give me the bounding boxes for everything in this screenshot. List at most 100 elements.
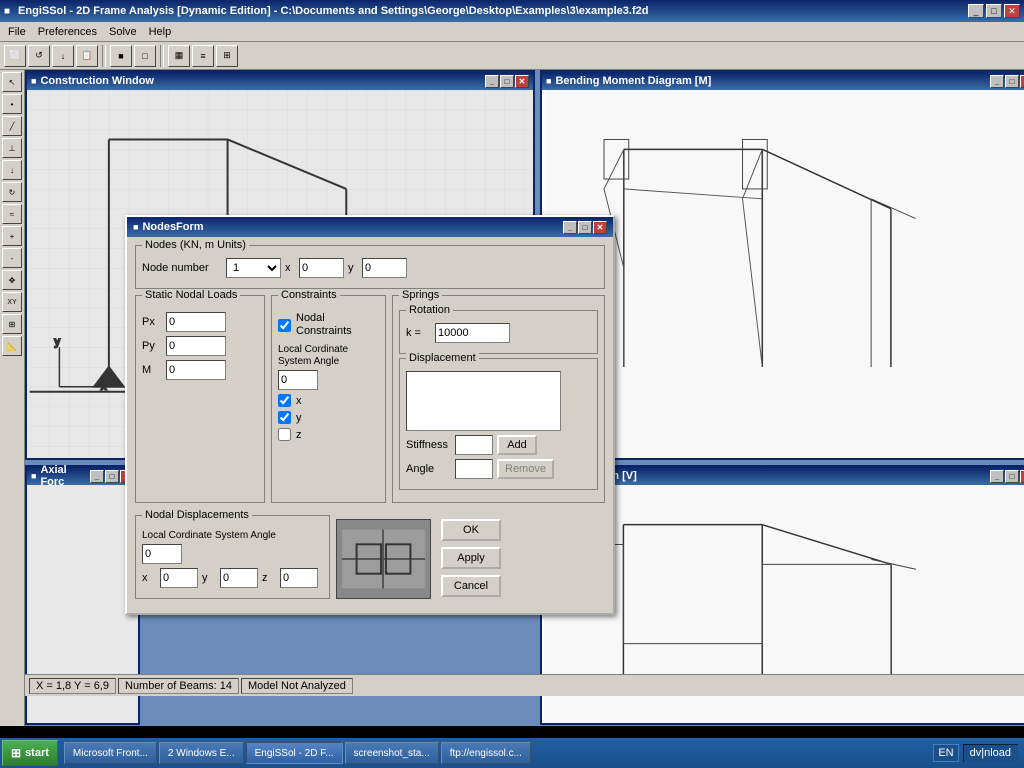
nodes-group-label: Nodes (KN, m Units)	[142, 239, 249, 251]
taskbar-item-3[interactable]: EngiSSol - 2D F...	[246, 742, 343, 764]
shear-window-minimize[interactable]: _	[990, 470, 1004, 483]
stiffness-input[interactable]	[455, 435, 493, 455]
apply-button[interactable]: Apply	[441, 547, 501, 569]
language-indicator: EN	[933, 744, 958, 762]
minimize-btn[interactable]: _	[968, 4, 984, 18]
left-tool-measure[interactable]: 📐	[2, 336, 22, 356]
bending-window-maximize[interactable]: □	[1005, 75, 1019, 88]
node-image	[336, 519, 431, 599]
taskbar-right-area: EN dv|nload	[927, 744, 1024, 762]
menu-bar: File Preferences Solve Help	[0, 22, 1024, 42]
shear-window-close[interactable]: ✕	[1020, 470, 1024, 483]
nodal-angle-input[interactable]	[142, 544, 182, 564]
tool-btn-9[interactable]: ⊞	[216, 45, 238, 67]
construction-window-label: Construction Window	[40, 75, 154, 87]
tool-btn-2[interactable]: ↺	[28, 45, 50, 67]
left-tool-zoom-in[interactable]: +	[2, 226, 22, 246]
k-input[interactable]	[435, 323, 510, 343]
analysis-panel: Model Not Analyzed	[241, 678, 353, 694]
tool-btn-4[interactable]: 📋	[76, 45, 98, 67]
axial-window-minimize[interactable]: _	[90, 470, 104, 483]
nd-y-input[interactable]	[220, 568, 258, 588]
ok-button[interactable]: OK	[441, 519, 501, 541]
remove-button[interactable]: Remove	[497, 459, 554, 479]
maximize-btn[interactable]: □	[986, 4, 1002, 18]
static-loads-label: Static Nodal Loads	[142, 289, 240, 301]
app-icon: ■	[4, 6, 10, 17]
nodes-form-close-btn[interactable]: ✕	[593, 221, 607, 234]
left-tool-zoom-out[interactable]: -	[2, 248, 22, 268]
taskbar-item-4[interactable]: screenshot_sta...	[345, 742, 439, 764]
left-tool-support[interactable]: ⊥	[2, 138, 22, 158]
menu-solve[interactable]: Solve	[103, 24, 143, 40]
bending-window-minimize[interactable]: _	[990, 75, 1004, 88]
z-constraint-checkbox[interactable]	[278, 428, 291, 441]
status-bar: X = 1,8 Y = 6,9 Number of Beams: 14 Mode…	[25, 674, 1024, 696]
nodes-form-minimize-btn[interactable]: _	[563, 221, 577, 234]
m-input[interactable]	[166, 360, 226, 380]
tool-btn-5[interactable]: ■	[110, 45, 132, 67]
nodes-form-maximize-btn[interactable]: □	[578, 221, 592, 234]
nd-x-input[interactable]	[160, 568, 198, 588]
tool-btn-7[interactable]: ▦	[168, 45, 190, 67]
tool-btn-8[interactable]: ≡	[192, 45, 214, 67]
nodal-constraints-label: Nodal Constraints	[296, 312, 379, 338]
angle-input[interactable]	[455, 459, 493, 479]
nd-z-input[interactable]	[280, 568, 318, 588]
left-tool-load[interactable]: ↓	[2, 160, 22, 180]
windows-area: ■ Construction Window _ □ ✕	[25, 70, 1024, 726]
toolbar: ⬜ ↺ ↓ 📋 ■ □ ▦ ≡ ⊞	[0, 42, 1024, 70]
taskbar-item-5[interactable]: ftp://engissol.c...	[441, 742, 531, 764]
add-button[interactable]: Add	[497, 435, 537, 455]
start-button[interactable]: ⊞ start	[2, 740, 58, 766]
constraints-group: Constraints Nodal Constraints Local Cord…	[271, 295, 386, 503]
left-tool-beam[interactable]: ╱	[2, 116, 22, 136]
left-tool-panel: ↖ • ╱ ⊥ ↓ ↻ ≈ + - ✥ XY ⊞ 📐	[0, 70, 25, 726]
y-input[interactable]	[362, 258, 407, 278]
node-number-select[interactable]: 1	[226, 258, 281, 278]
tool-separator-1	[102, 45, 106, 67]
nodes-form-dialog: ■ NodesForm _ □ ✕ Nodes (KN, m Units) No…	[125, 215, 615, 615]
axial-window-maximize[interactable]: □	[105, 470, 119, 483]
menu-preferences[interactable]: Preferences	[32, 24, 103, 40]
displacement-label: Displacement	[406, 352, 479, 364]
nodal-displacements-group: Nodal Displacements Local Cordinate Syst…	[135, 515, 330, 599]
left-tool-grid[interactable]: ⊞	[2, 314, 22, 334]
left-tool-select[interactable]: ↖	[2, 72, 22, 92]
k-label: k =	[406, 327, 431, 339]
taskbar-item-2[interactable]: 2 Windows E...	[159, 742, 244, 764]
close-btn[interactable]: ✕	[1004, 4, 1020, 18]
x-label: x	[285, 262, 295, 274]
nd-y-label: y	[202, 572, 216, 584]
local-cordinate-label: Local Cordinate System Angle	[278, 344, 379, 368]
taskbar-items: Microsoft Front... 2 Windows E... EngiSS…	[60, 742, 927, 764]
taskbar-item-1[interactable]: Microsoft Front...	[64, 742, 157, 764]
y-constraint-checkbox[interactable]	[278, 411, 291, 424]
nodes-group-box: Nodes (KN, m Units) Node number 1 x y	[135, 245, 605, 289]
cancel-button[interactable]: Cancel	[441, 575, 501, 597]
construction-window-minimize[interactable]: _	[485, 75, 499, 88]
nodal-constraints-checkbox[interactable]	[278, 319, 291, 332]
left-tool-node[interactable]: •	[2, 94, 22, 114]
tool-btn-1[interactable]: ⬜	[4, 45, 26, 67]
menu-help[interactable]: Help	[143, 24, 178, 40]
tool-btn-3[interactable]: ↓	[52, 45, 74, 67]
menu-file[interactable]: File	[2, 24, 32, 40]
left-tool-pan[interactable]: ✥	[2, 270, 22, 290]
local-angle-input[interactable]	[278, 370, 318, 390]
left-tool-dist[interactable]: ≈	[2, 204, 22, 224]
px-input[interactable]	[166, 312, 226, 332]
x-input[interactable]	[299, 258, 344, 278]
py-input[interactable]	[166, 336, 226, 356]
bending-window-close[interactable]: ✕	[1020, 75, 1024, 88]
nd-x-label: x	[142, 572, 156, 584]
shear-window-maximize[interactable]: □	[1005, 470, 1019, 483]
left-tool-xy[interactable]: XY	[2, 292, 22, 312]
m-label: M	[142, 364, 162, 376]
left-tool-moment[interactable]: ↻	[2, 182, 22, 202]
displacement-listbox[interactable]	[406, 371, 561, 431]
construction-window-close[interactable]: ✕	[515, 75, 529, 88]
x-constraint-checkbox[interactable]	[278, 394, 291, 407]
construction-window-maximize[interactable]: □	[500, 75, 514, 88]
tool-btn-6[interactable]: □	[134, 45, 156, 67]
